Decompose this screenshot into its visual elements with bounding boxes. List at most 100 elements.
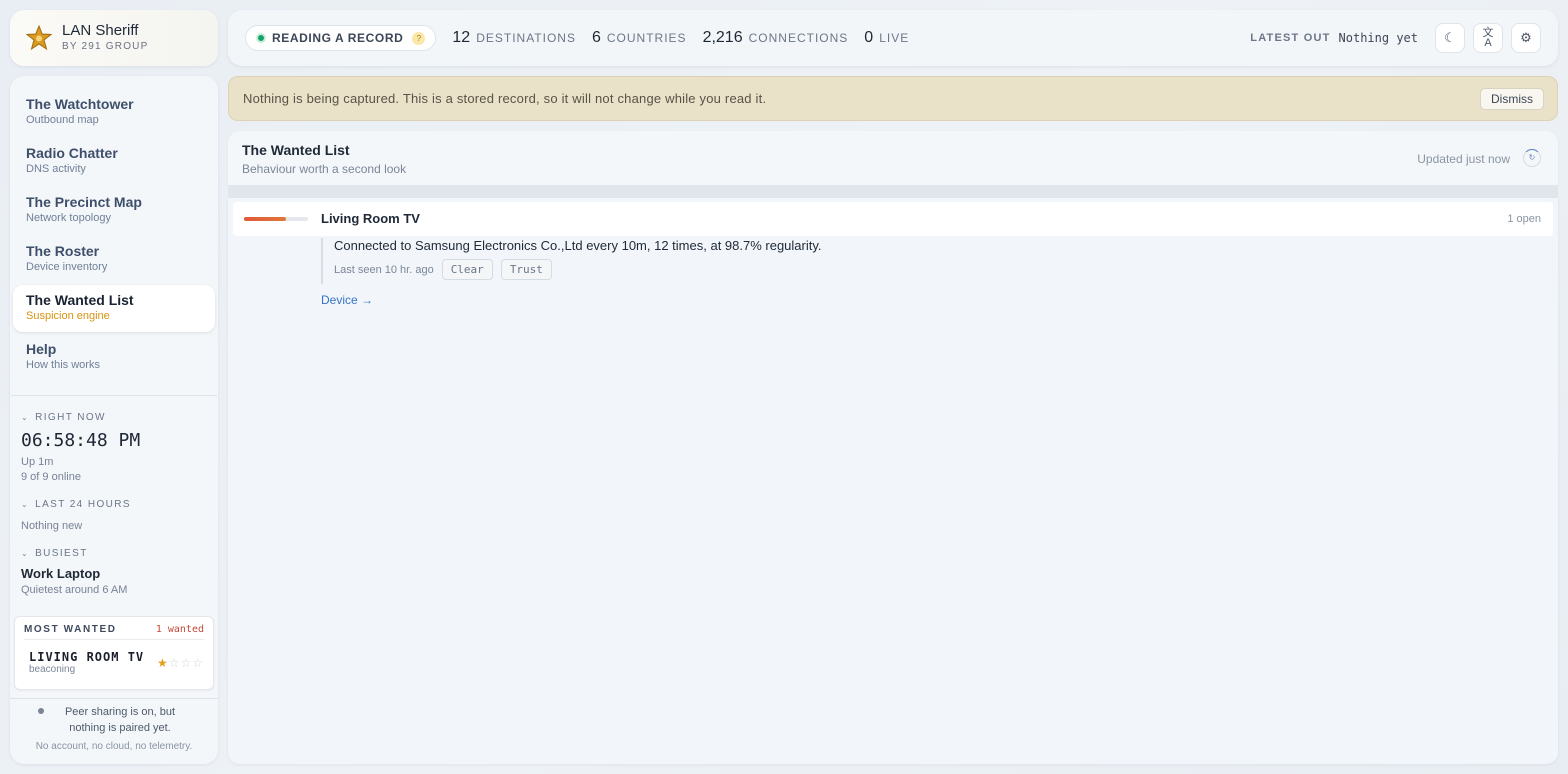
most-wanted-entry[interactable]: LIVING ROOM TV beaconing ★☆☆☆ — [15, 640, 213, 675]
stat-label: LIVE — [879, 31, 910, 45]
nav-item-wanted-list[interactable]: The Wanted List Suspicion engine — [13, 285, 215, 332]
mode-badge[interactable]: READING A RECORD ? — [245, 25, 437, 51]
stat-value: 12 — [452, 29, 471, 46]
stat-label: CONNECTIONS — [748, 31, 849, 45]
last-seen: Last seen 10 hr. ago — [334, 263, 434, 276]
nav-item-title: Help — [26, 341, 57, 357]
busiest-device: Work Laptop — [21, 566, 101, 581]
case-open-count: 1 open — [1507, 213, 1541, 225]
device-link[interactable]: Device → — [321, 293, 373, 307]
wanted-list: Living Room TV 1 open Connected to Samsu… — [228, 198, 1558, 764]
section-heading: RIGHT NOW — [35, 412, 106, 423]
right-now-section: ⌄ RIGHT NOW 06:58:48 PM Up 1m 9 of 9 onl… — [10, 412, 218, 485]
latest-out-label: LATEST OUT — [1250, 32, 1331, 44]
app-subtitle: BY 291 GROUP — [62, 41, 149, 52]
wanted-device-name: LIVING ROOM TV — [29, 650, 145, 664]
finding-description: Connected to Samsung Electronics Co.,Ltd… — [334, 238, 822, 253]
sidebar: The Watchtower Outbound map Radio Chatte… — [10, 76, 218, 764]
busiest-toggle[interactable]: ⌄ BUSIEST — [10, 548, 218, 559]
privacy-note: No account, no cloud, no telemetry. — [35, 741, 193, 752]
nav-item-roster[interactable]: The Roster Device inventory — [13, 236, 215, 283]
theme-toggle-button[interactable]: ☾ — [1435, 23, 1465, 53]
clock: 06:58:48 PM — [21, 430, 141, 451]
stat-value: 6 — [591, 29, 601, 46]
stat-connections: 2,216 CONNECTIONS — [703, 29, 849, 47]
clear-button[interactable]: Clear — [441, 259, 493, 280]
nav-item-subtitle: How this works — [26, 359, 100, 371]
stat-label: DESTINATIONS — [476, 31, 576, 45]
nav-item-title: The Roster — [26, 243, 100, 259]
wanted-behaviour: beaconing — [29, 664, 76, 675]
page-subtitle: Behaviour worth a second look — [242, 162, 407, 176]
peer-status: Peer sharing is on, but nothing is paire… — [10, 704, 218, 736]
nav-item-title: The Watchtower — [26, 96, 134, 112]
nav-item-help[interactable]: Help How this works — [13, 334, 215, 381]
chevron-down-icon: ⌄ — [21, 500, 30, 509]
finding: Connected to Samsung Electronics Co.,Ltd… — [321, 238, 1021, 284]
language-button[interactable]: 文A — [1473, 23, 1503, 53]
chevron-down-icon: ⌄ — [21, 549, 30, 558]
sheriff-star-icon — [26, 25, 52, 51]
updated-status: Updated just now — [1417, 152, 1510, 166]
nav-item-subtitle: DNS activity — [26, 163, 86, 175]
last24-text: Nothing new — [21, 520, 83, 532]
page-title: The Wanted List — [242, 142, 350, 158]
nav: The Watchtower Outbound map Radio Chatte… — [10, 76, 218, 381]
section-heading: LAST 24 HOURS — [35, 499, 131, 510]
stat-countries: 6 COUNTRIES — [592, 29, 687, 47]
online-count: 9 of 9 online — [21, 471, 81, 483]
nav-item-precinct-map[interactable]: The Precinct Map Network topology — [13, 187, 215, 234]
app-title: LAN Sheriff — [62, 22, 139, 39]
stat-destinations: 12 DESTINATIONS — [452, 29, 576, 47]
star-empty-icon: ☆ — [192, 655, 204, 670]
footer-divider — [10, 698, 218, 699]
wanted-count: 1 wanted — [155, 624, 204, 635]
nav-item-title: The Wanted List — [26, 292, 134, 308]
case-row[interactable]: Living Room TV 1 open — [233, 202, 1553, 236]
brand: LAN Sheriff BY 291 GROUP — [10, 10, 218, 66]
nav-item-radio-chatter[interactable]: Radio Chatter DNS activity — [13, 138, 215, 185]
trust-button[interactable]: Trust — [500, 259, 552, 280]
nav-item-subtitle: Outbound map — [26, 114, 99, 126]
case-device-name: Living Room TV — [321, 211, 420, 226]
settings-button[interactable]: ⚙ — [1511, 23, 1541, 53]
top-bar: READING A RECORD ? 12 DESTINATIONS 6 COU… — [228, 10, 1558, 66]
dismiss-button[interactable]: Dismiss — [1480, 88, 1544, 110]
wanted-star-rating: ★☆☆☆ — [157, 656, 204, 670]
nav-item-title: Radio Chatter — [26, 145, 118, 161]
nav-item-watchtower[interactable]: The Watchtower Outbound map — [13, 89, 215, 136]
star-empty-icon: ☆ — [168, 655, 181, 670]
star-empty-icon: ☆ — [180, 655, 193, 670]
record-banner: Nothing is being captured. This is a sto… — [228, 76, 1558, 121]
live-dot-icon — [256, 33, 266, 43]
peer-text: Peer sharing is on, but nothing is paire… — [64, 706, 176, 734]
panel-separator — [228, 185, 1558, 198]
right-now-toggle[interactable]: ⌄ RIGHT NOW — [10, 412, 218, 423]
help-icon[interactable]: ? — [412, 31, 426, 45]
stat-value: 0 — [864, 29, 874, 46]
most-wanted-heading: MOST WANTED — [24, 624, 117, 635]
mode-label: READING A RECORD — [272, 31, 404, 45]
star-filled-icon: ★ — [156, 655, 169, 670]
nav-item-subtitle: Device inventory — [26, 261, 108, 273]
banner-message: Nothing is being captured. This is a sto… — [243, 91, 767, 106]
translate-icon: 文A — [1482, 27, 1494, 49]
severity-fill — [244, 217, 286, 221]
latest-out: LATEST OUT Nothing yet — [1250, 31, 1418, 45]
gear-icon: ⚙ — [1520, 30, 1532, 45]
last24-section: ⌄ LAST 24 HOURS Nothing new — [10, 499, 218, 534]
nav-item-subtitle: Suspicion engine — [26, 310, 110, 322]
moon-icon: ☾ — [1444, 30, 1456, 45]
refresh-icon[interactable]: ↻ — [1523, 149, 1541, 167]
nav-item-title: The Precinct Map — [26, 194, 142, 210]
busiest-section: ⌄ BUSIEST Work Laptop Quietest around 6 … — [10, 548, 218, 598]
panel-header: The Wanted List Behaviour worth a second… — [228, 131, 1558, 185]
busiest-note: Quietest around 6 AM — [21, 584, 128, 596]
uptime: Up 1m — [21, 456, 54, 468]
chevron-down-icon: ⌄ — [21, 413, 30, 422]
stat-value: 2,216 — [702, 29, 743, 46]
last24-toggle[interactable]: ⌄ LAST 24 HOURS — [10, 499, 218, 510]
stat-live: 0 LIVE — [864, 29, 909, 47]
sidebar-divider — [11, 395, 217, 396]
status-dot — [38, 708, 44, 714]
